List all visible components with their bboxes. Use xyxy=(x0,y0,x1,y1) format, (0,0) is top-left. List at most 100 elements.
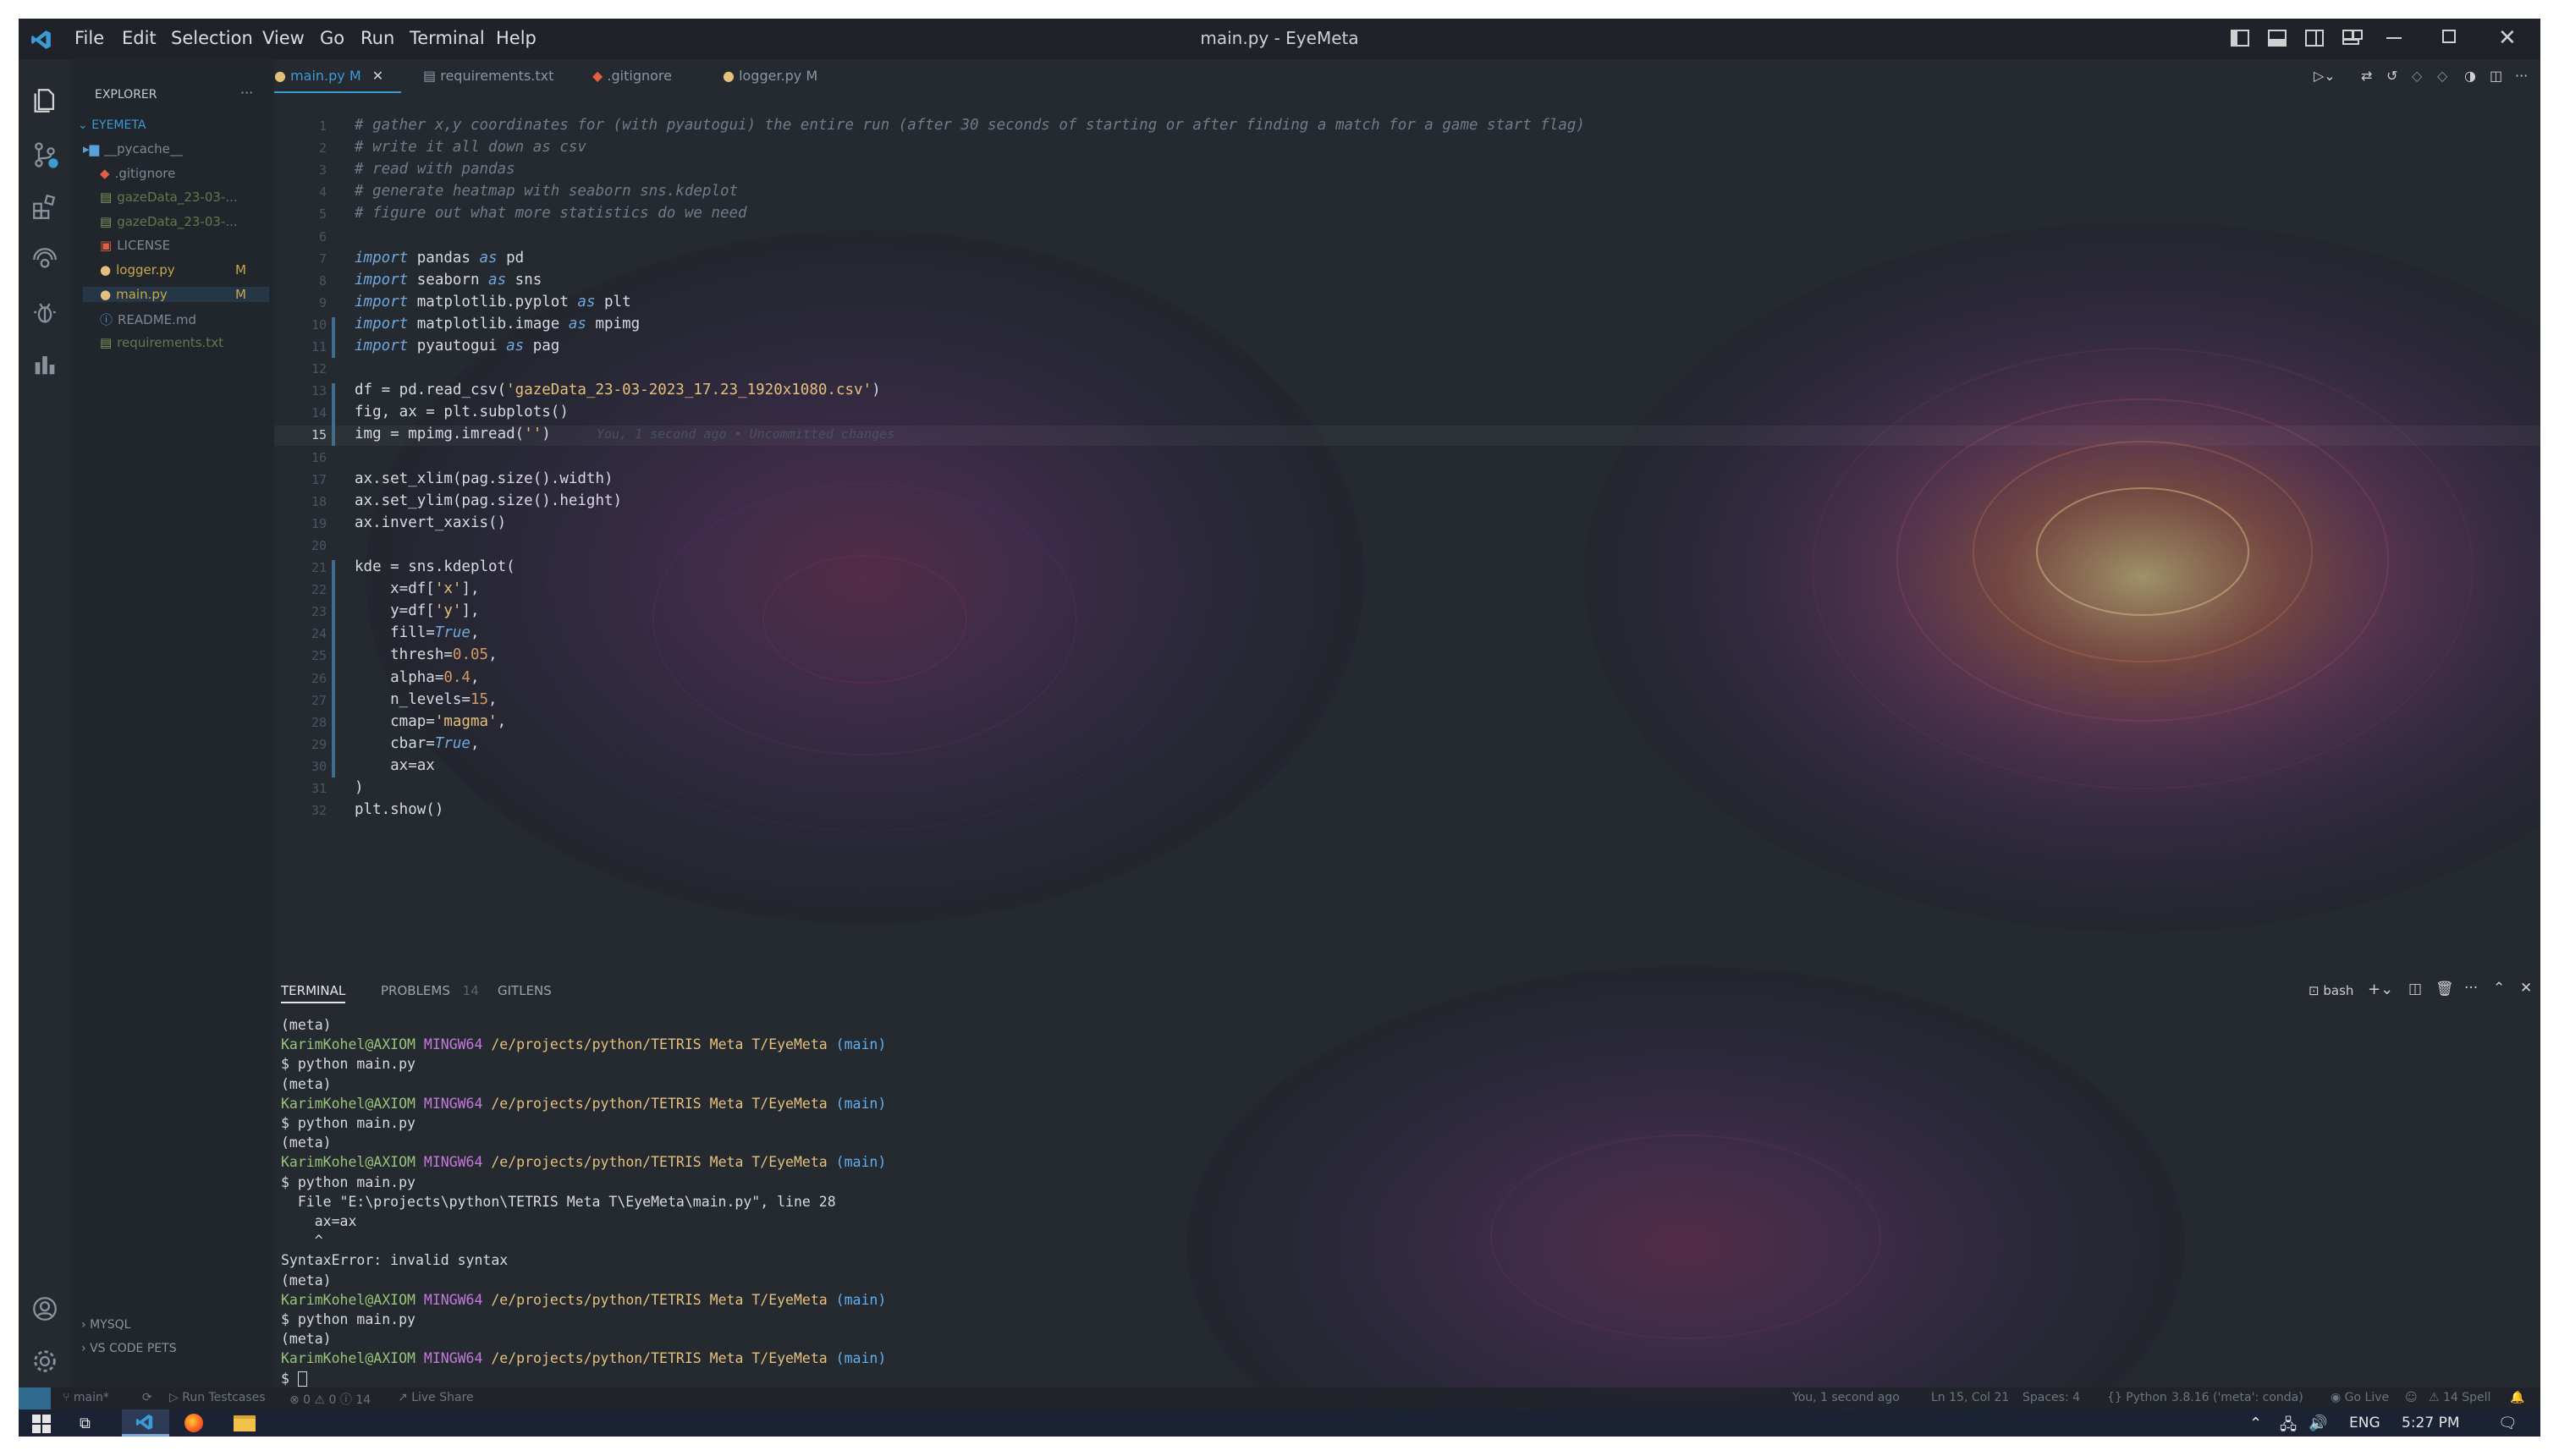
close-panel-icon[interactable]: ✕ xyxy=(2520,980,2532,997)
run-debug-icon[interactable] xyxy=(30,298,59,327)
notifications-icon[interactable]: 🔔 xyxy=(2510,1391,2524,1404)
network-icon[interactable]: 🖧 xyxy=(2280,1415,2297,1437)
toggle-primary-sidebar-icon[interactable] xyxy=(2231,30,2249,47)
clock[interactable]: 5:27 PM xyxy=(2402,1415,2460,1431)
remote-explorer-icon[interactable] xyxy=(30,245,59,274)
tray-chevron-icon[interactable]: ⌃ xyxy=(2249,1415,2262,1432)
windows-start-icon[interactable] xyxy=(32,1415,51,1433)
tab-problems[interactable]: PROBLEMS 14 xyxy=(381,983,479,998)
status-bar: ⑂ main* ⟳ ▷ Run Testcases ⊗ 0 ⚠ 0 ⓘ 14 ↗… xyxy=(19,1387,2540,1409)
run-python-icon[interactable]: ▷⌄ xyxy=(2314,68,2336,84)
maximize-panel-icon[interactable]: ⌃ xyxy=(2493,980,2505,997)
live-share[interactable]: ↗ Live Share xyxy=(398,1391,474,1404)
volume-icon[interactable]: 🔊 xyxy=(2309,1415,2327,1432)
code-line: kde = sns.kdeplot( xyxy=(355,558,515,575)
input-language[interactable]: ENG xyxy=(2349,1415,2380,1431)
file-explorer-icon[interactable] xyxy=(234,1415,256,1431)
python-icon: ● xyxy=(100,262,112,277)
section-vscode-pets[interactable]: › VS CODE PETS xyxy=(81,1342,177,1355)
code-line: import matplotlib.image as mpimg xyxy=(355,315,641,332)
line-number: 23 xyxy=(311,604,327,620)
code-editor[interactable]: 1 # gather x,y coordinates for (with pyau… xyxy=(274,93,2540,973)
explorer-file[interactable]: ● logger.py M xyxy=(83,262,269,277)
tab-gitignore[interactable]: ◆ .gitignore xyxy=(592,68,672,84)
code-line: # figure out what more statistics do we … xyxy=(355,205,747,223)
explorer-file[interactable]: ⓘ README.md xyxy=(83,310,269,328)
open-changes-icon[interactable]: ◑ xyxy=(2464,68,2476,84)
source-control-icon[interactable] xyxy=(30,140,59,169)
firefox-icon[interactable] xyxy=(184,1414,203,1432)
feedback-icon[interactable]: ☺ xyxy=(2405,1391,2418,1404)
explorer-root[interactable]: ⌄ EYEMETA xyxy=(78,118,146,132)
git-change-marker[interactable] xyxy=(332,383,335,447)
indentation[interactable]: Spaces: 4 xyxy=(2022,1391,2080,1404)
line-number: 1 xyxy=(318,118,327,134)
editor-more-icon[interactable]: ··· xyxy=(2515,68,2528,84)
tab-requirements-txt[interactable]: ▤ requirements.txt xyxy=(423,68,553,84)
git-blame[interactable]: You, 1 second ago xyxy=(1792,1391,1900,1404)
minimize-icon[interactable] xyxy=(2386,37,2402,39)
settings-gear-icon[interactable] xyxy=(30,1347,59,1376)
split-terminal-icon[interactable]: ◫ xyxy=(2408,981,2422,997)
toggle-panel-icon[interactable] xyxy=(2268,30,2287,47)
next-change-icon[interactable]: ◇ xyxy=(2437,68,2447,84)
explorer-file[interactable]: ▣ LICENSE xyxy=(83,238,269,253)
tab-logger-py[interactable]: ● logger.py M xyxy=(723,68,817,84)
git-change-marker[interactable] xyxy=(332,560,335,777)
spell-checker[interactable]: ⚠ 14 Spell xyxy=(2429,1391,2490,1404)
previous-change-icon[interactable]: ◇ xyxy=(2412,68,2422,84)
terminal-line: ^ xyxy=(281,1233,323,1250)
gitlens-compare-icon[interactable]: ⇄ xyxy=(2361,68,2372,84)
tab-terminal[interactable]: TERMINAL xyxy=(281,983,346,1003)
code-line: import matplotlib.pyplot as plt xyxy=(355,293,631,310)
terminal-line: KarimKohel@AXIOM MINGW64 /e/projects/pyt… xyxy=(281,1154,887,1171)
sync-icon[interactable]: ⟳ xyxy=(142,1391,152,1404)
customize-layout-icon[interactable] xyxy=(2342,30,2363,47)
close-window-icon[interactable]: ✕ xyxy=(2498,25,2517,51)
close-tab-icon[interactable]: ✕ xyxy=(372,68,383,84)
taskbar-vscode[interactable] xyxy=(122,1409,169,1437)
tab-main-py[interactable]: ● main.py M ✕ xyxy=(274,59,401,93)
panel-more-icon[interactable]: ··· xyxy=(2464,980,2478,997)
tab-gitlens[interactable]: GITLENS xyxy=(498,983,552,998)
terminal-shell-select[interactable]: ⊡ bash xyxy=(2309,983,2353,998)
task-view-icon[interactable]: ⧉ xyxy=(80,1415,91,1432)
line-number: 6 xyxy=(318,228,327,244)
cursor-position[interactable]: Ln 15, Col 21 xyxy=(1931,1391,2009,1404)
python-icon: ● xyxy=(100,286,112,302)
go-live[interactable]: ◉ Go Live xyxy=(2331,1391,2389,1404)
language-mode[interactable]: {} Python xyxy=(2107,1391,2167,1404)
explorer-file[interactable]: ▸▆ __pycache__ xyxy=(83,141,269,157)
git-icon: ◆ xyxy=(592,68,603,84)
explorer-file[interactable]: ● main.py M xyxy=(83,286,269,302)
explorer-file[interactable]: ▤ requirements.txt xyxy=(83,335,269,350)
problems-indicator[interactable]: ⊗ 0 ⚠ 0 ⓘ 14 xyxy=(289,1391,371,1408)
section-mysql[interactable]: › MYSQL xyxy=(81,1318,130,1332)
explorer-file[interactable]: ▤ gazeData_23-03-... xyxy=(83,214,269,229)
extensions-icon[interactable] xyxy=(30,193,59,222)
restore-icon[interactable] xyxy=(2442,30,2456,43)
line-number: 18 xyxy=(311,493,327,509)
remote-indicator-icon[interactable] xyxy=(19,1387,51,1409)
action-center-icon[interactable]: 🗨 xyxy=(2498,1415,2518,1432)
python-icon: ● xyxy=(274,68,286,84)
python-interpreter[interactable]: 3.8.16 ('meta': conda) xyxy=(2171,1391,2303,1404)
kill-terminal-icon[interactable]: 🗑 xyxy=(2435,981,2454,997)
line-number: 29 xyxy=(311,736,327,752)
account-icon[interactable] xyxy=(30,1294,59,1323)
explorer-file[interactable]: ◆ .gitignore xyxy=(83,166,269,181)
explorer-icon[interactable] xyxy=(30,86,59,115)
file-name: main.py xyxy=(116,286,168,302)
code-line: plt.show() xyxy=(355,801,444,819)
charts-icon[interactable] xyxy=(30,350,59,379)
new-terminal-icon[interactable]: +⌄ xyxy=(2368,981,2393,998)
git-change-marker[interactable] xyxy=(332,316,335,359)
explorer-more-icon[interactable]: ··· xyxy=(240,85,253,101)
run-testcases[interactable]: ▷ Run Testcases xyxy=(169,1391,266,1404)
branch-indicator[interactable]: ⑂ main* xyxy=(63,1391,109,1404)
line-number: 17 xyxy=(311,471,327,487)
toggle-secondary-sidebar-icon[interactable] xyxy=(2305,30,2324,47)
revert-icon[interactable]: ↺ xyxy=(2386,68,2397,84)
split-editor-icon[interactable]: ◫ xyxy=(2490,68,2502,84)
explorer-file[interactable]: ▤ gazeData_23-03-... xyxy=(83,190,269,205)
